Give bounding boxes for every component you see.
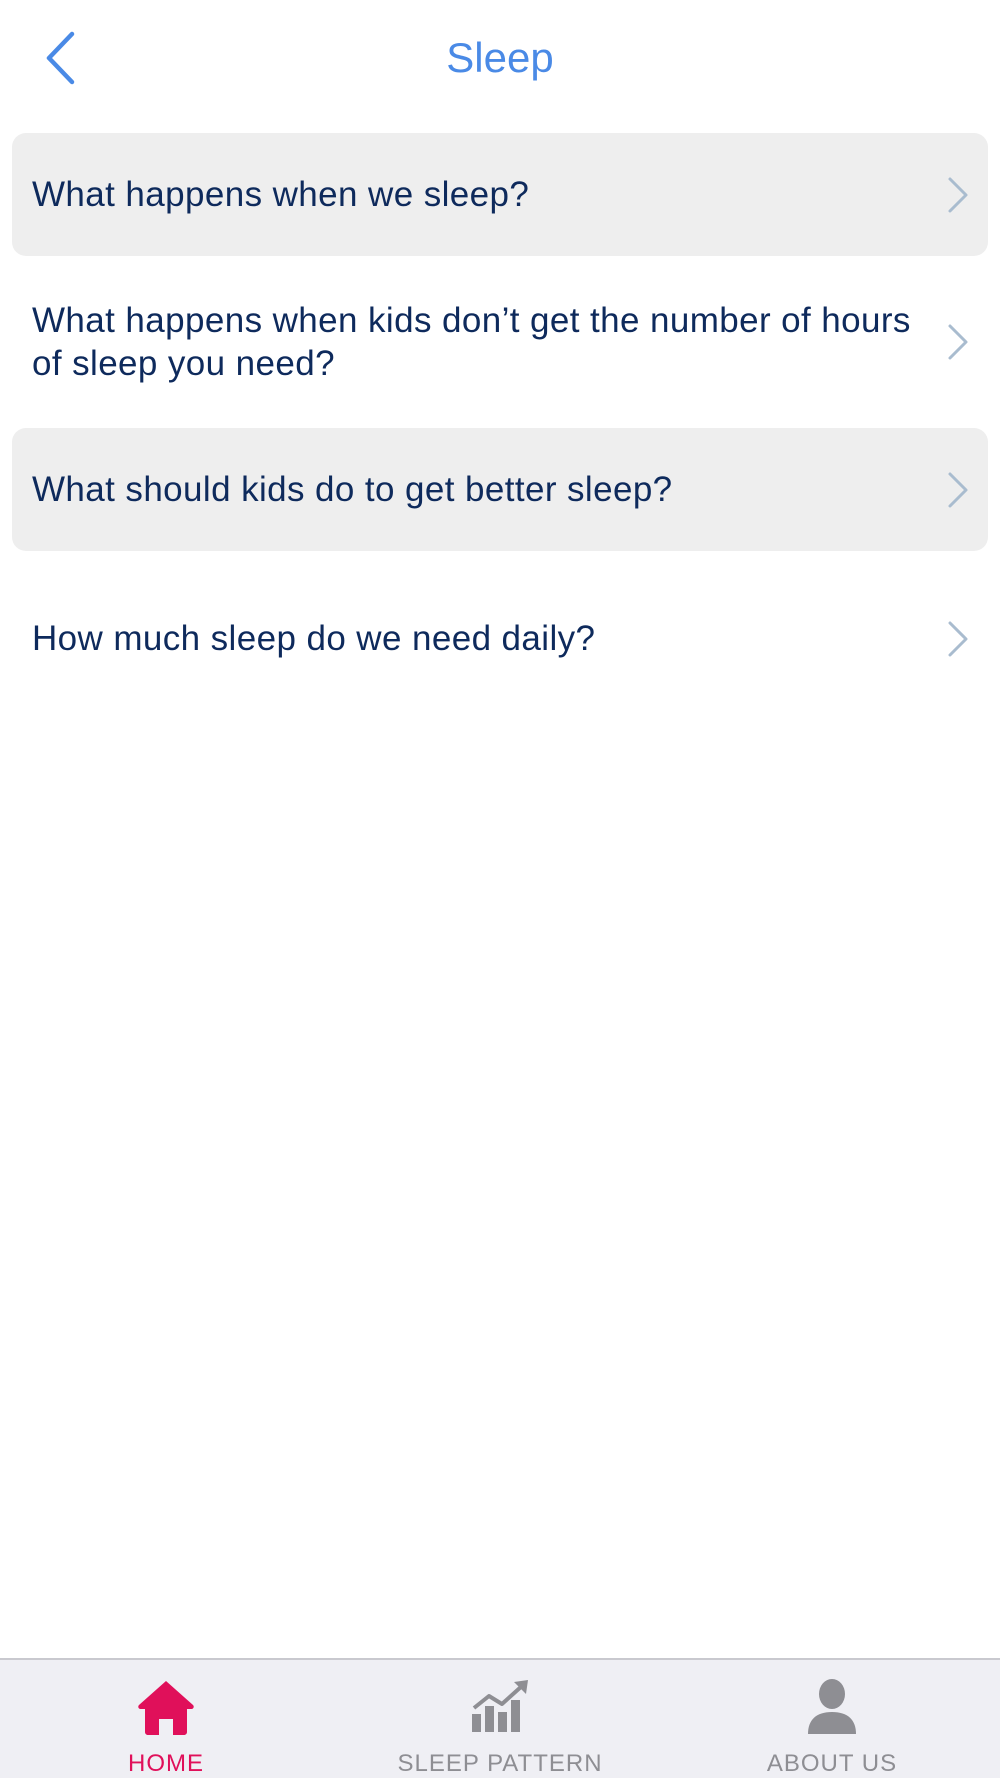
- tab-bar: HOME SLEEP PATTERN ABOUT US: [0, 1658, 1000, 1778]
- list-item-label: What should kids do to get better sleep?: [32, 470, 673, 509]
- chevron-right-icon: [948, 472, 968, 507]
- tab-about-us-label: ABOUT US: [766, 1750, 898, 1777]
- list-item[interactable]: What happens when we sleep?: [12, 133, 988, 256]
- tab-sleep-pattern-label: SLEEP PATTERN: [397, 1750, 603, 1777]
- nav-bar: Sleep: [0, 0, 1000, 120]
- tab-home[interactable]: HOME: [36, 1660, 296, 1780]
- list-item-label: What happens when we sleep?: [32, 175, 530, 214]
- chart-icon: [472, 1680, 528, 1732]
- tab-sleep-pattern[interactable]: SLEEP PATTERN: [370, 1660, 630, 1780]
- list-item[interactable]: What happens when kids don’t get the num…: [12, 256, 988, 428]
- person-icon: [808, 1679, 856, 1734]
- page-title: Sleep: [446, 34, 554, 81]
- tab-home-label: HOME: [128, 1750, 204, 1777]
- chevron-right-icon: [948, 324, 968, 360]
- tab-about-us[interactable]: ABOUT US: [702, 1660, 962, 1780]
- list-item[interactable]: How much sleep do we need daily?: [12, 551, 988, 726]
- home-icon: [138, 1681, 194, 1735]
- list-item-label: What happens when kids don’t get the num…: [32, 301, 911, 383]
- topic-list: What happens when we sleep? What happens…: [12, 133, 988, 726]
- list-item[interactable]: What should kids do to get better sleep?: [12, 428, 988, 551]
- list-item-label: How much sleep do we need daily?: [32, 619, 596, 658]
- chevron-right-icon: [948, 177, 968, 212]
- chevron-right-icon: [948, 621, 968, 656]
